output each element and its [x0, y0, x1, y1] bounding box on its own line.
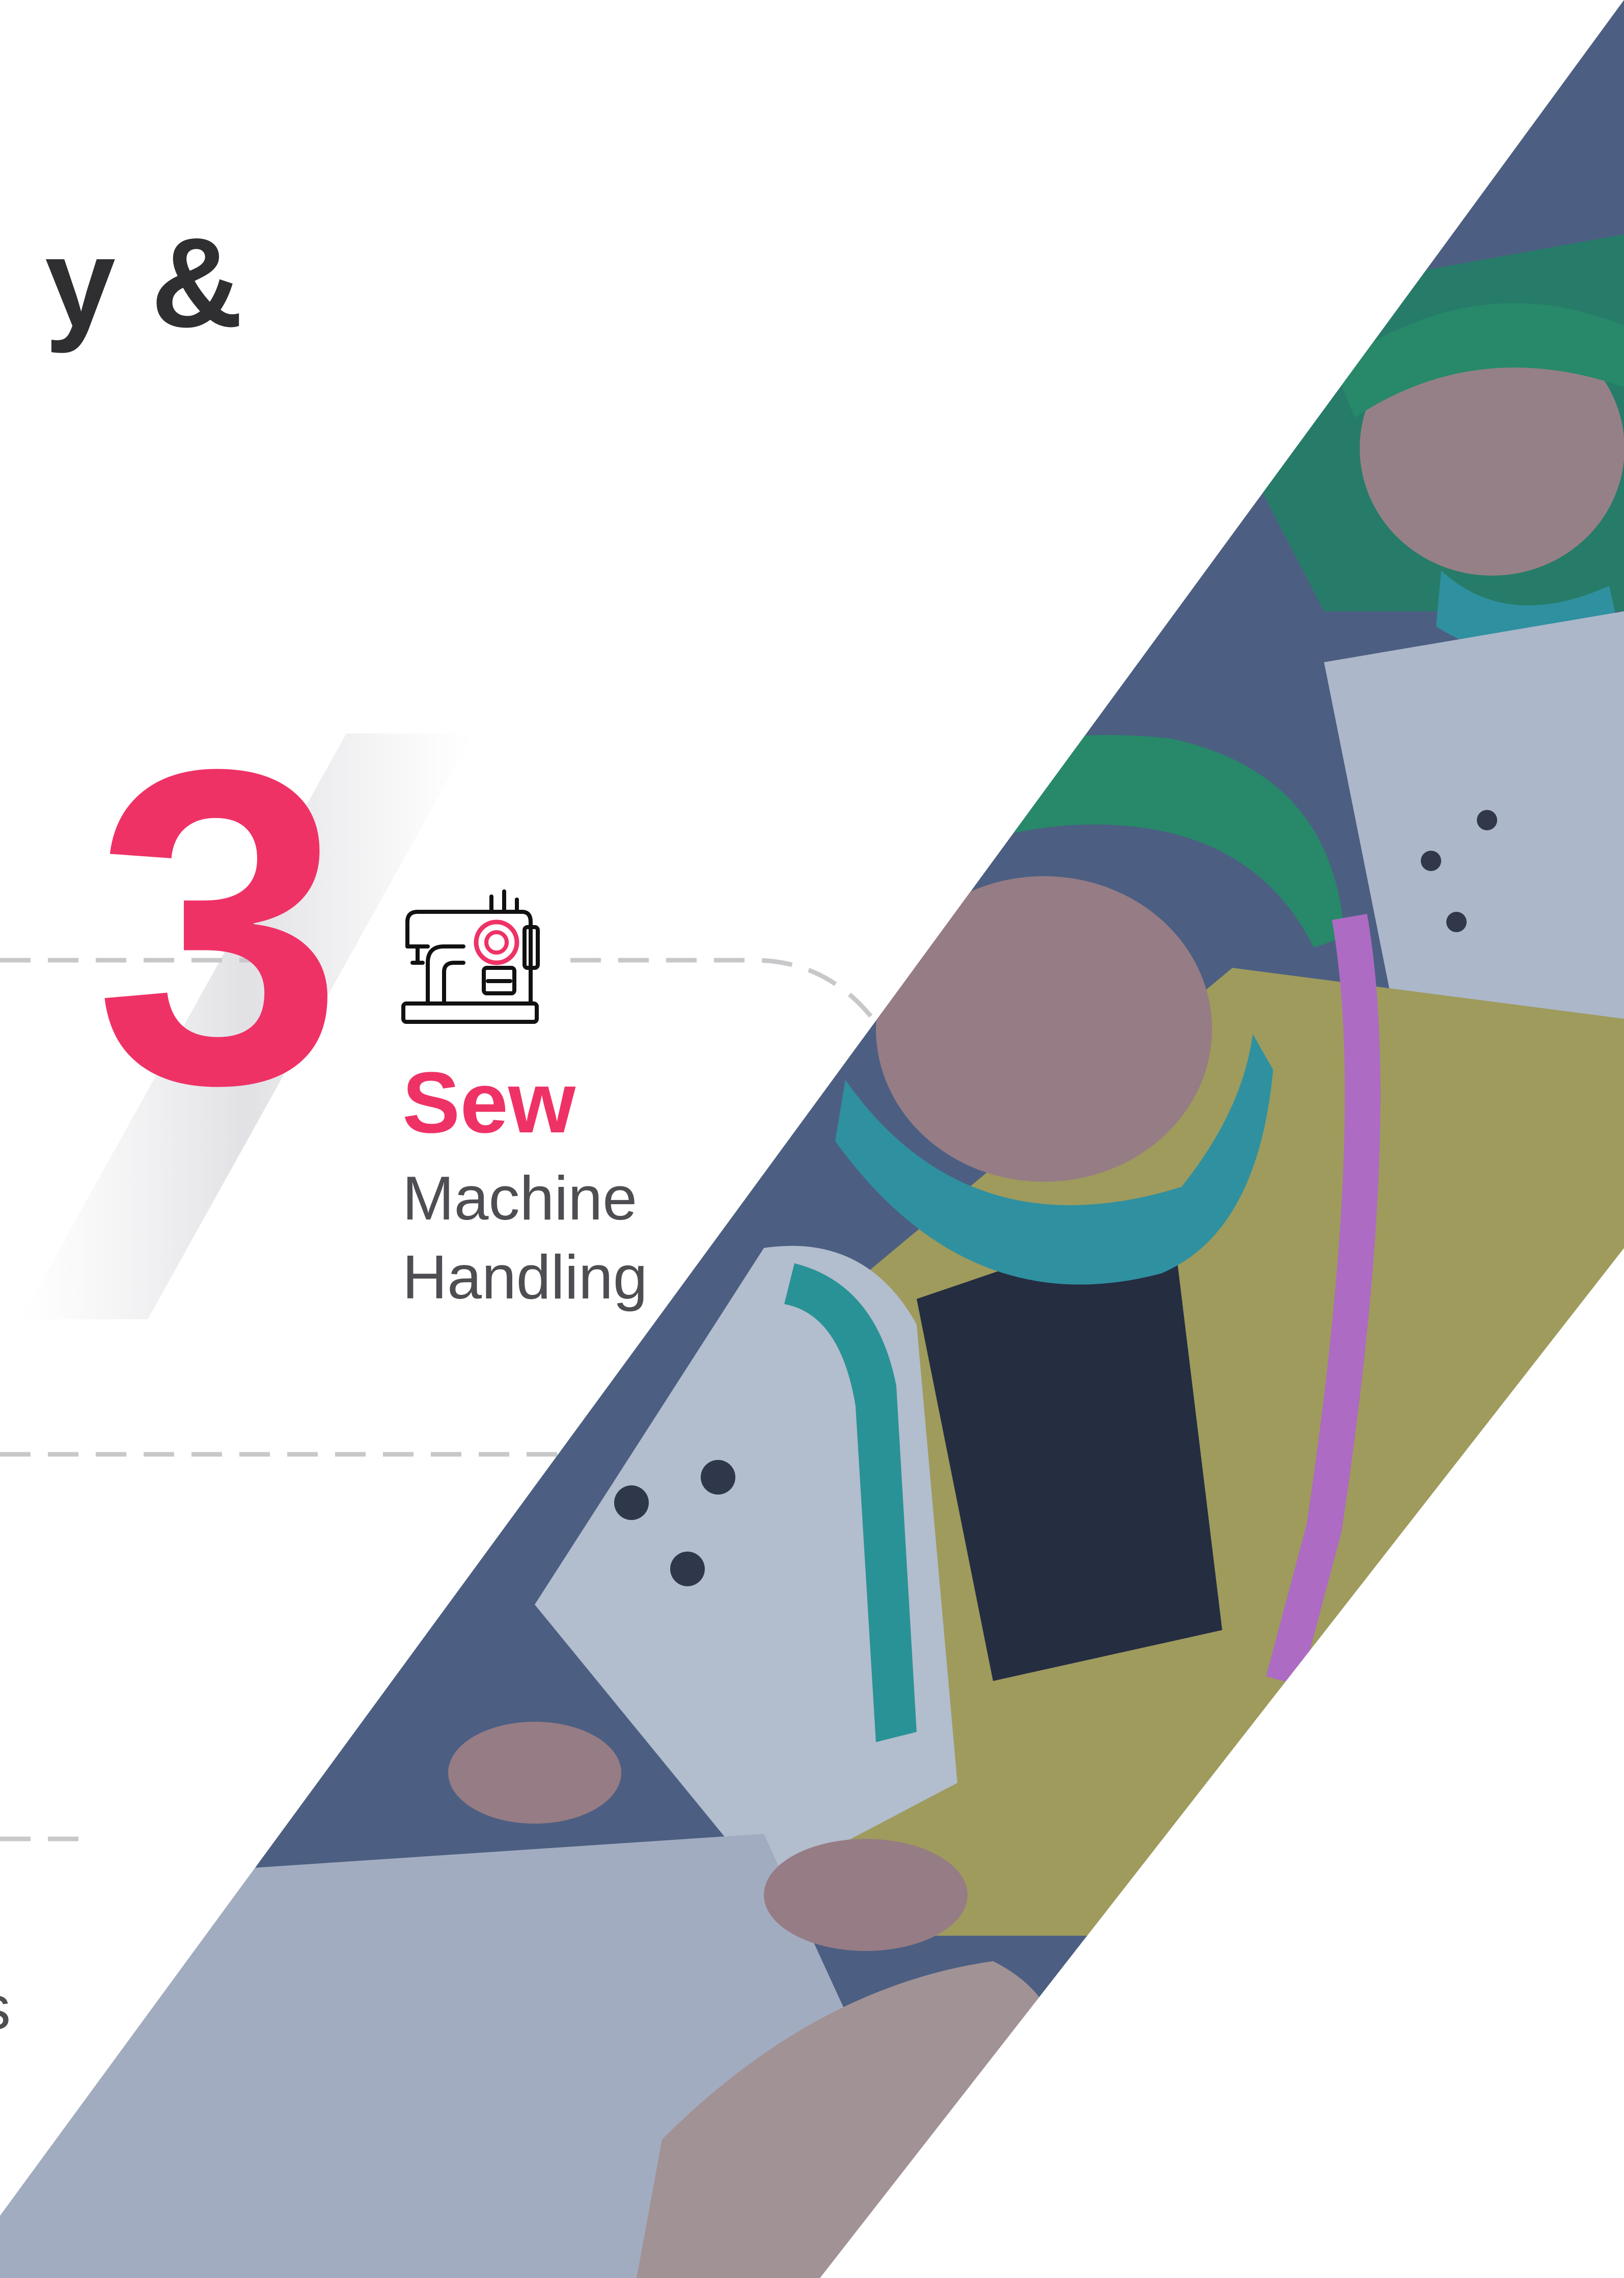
sewing-machine-icon [401, 889, 540, 1024]
page-heading-fragment: y & [45, 211, 243, 354]
step-number: 3 [94, 676, 343, 1177]
step-title: Sew [402, 1054, 576, 1151]
cropped-text-fragment: s [0, 1976, 11, 2039]
step-description-line: Machine [402, 1163, 638, 1233]
step-description: Machine Handling [402, 1159, 687, 1317]
step-description-line: Handling [402, 1242, 648, 1312]
